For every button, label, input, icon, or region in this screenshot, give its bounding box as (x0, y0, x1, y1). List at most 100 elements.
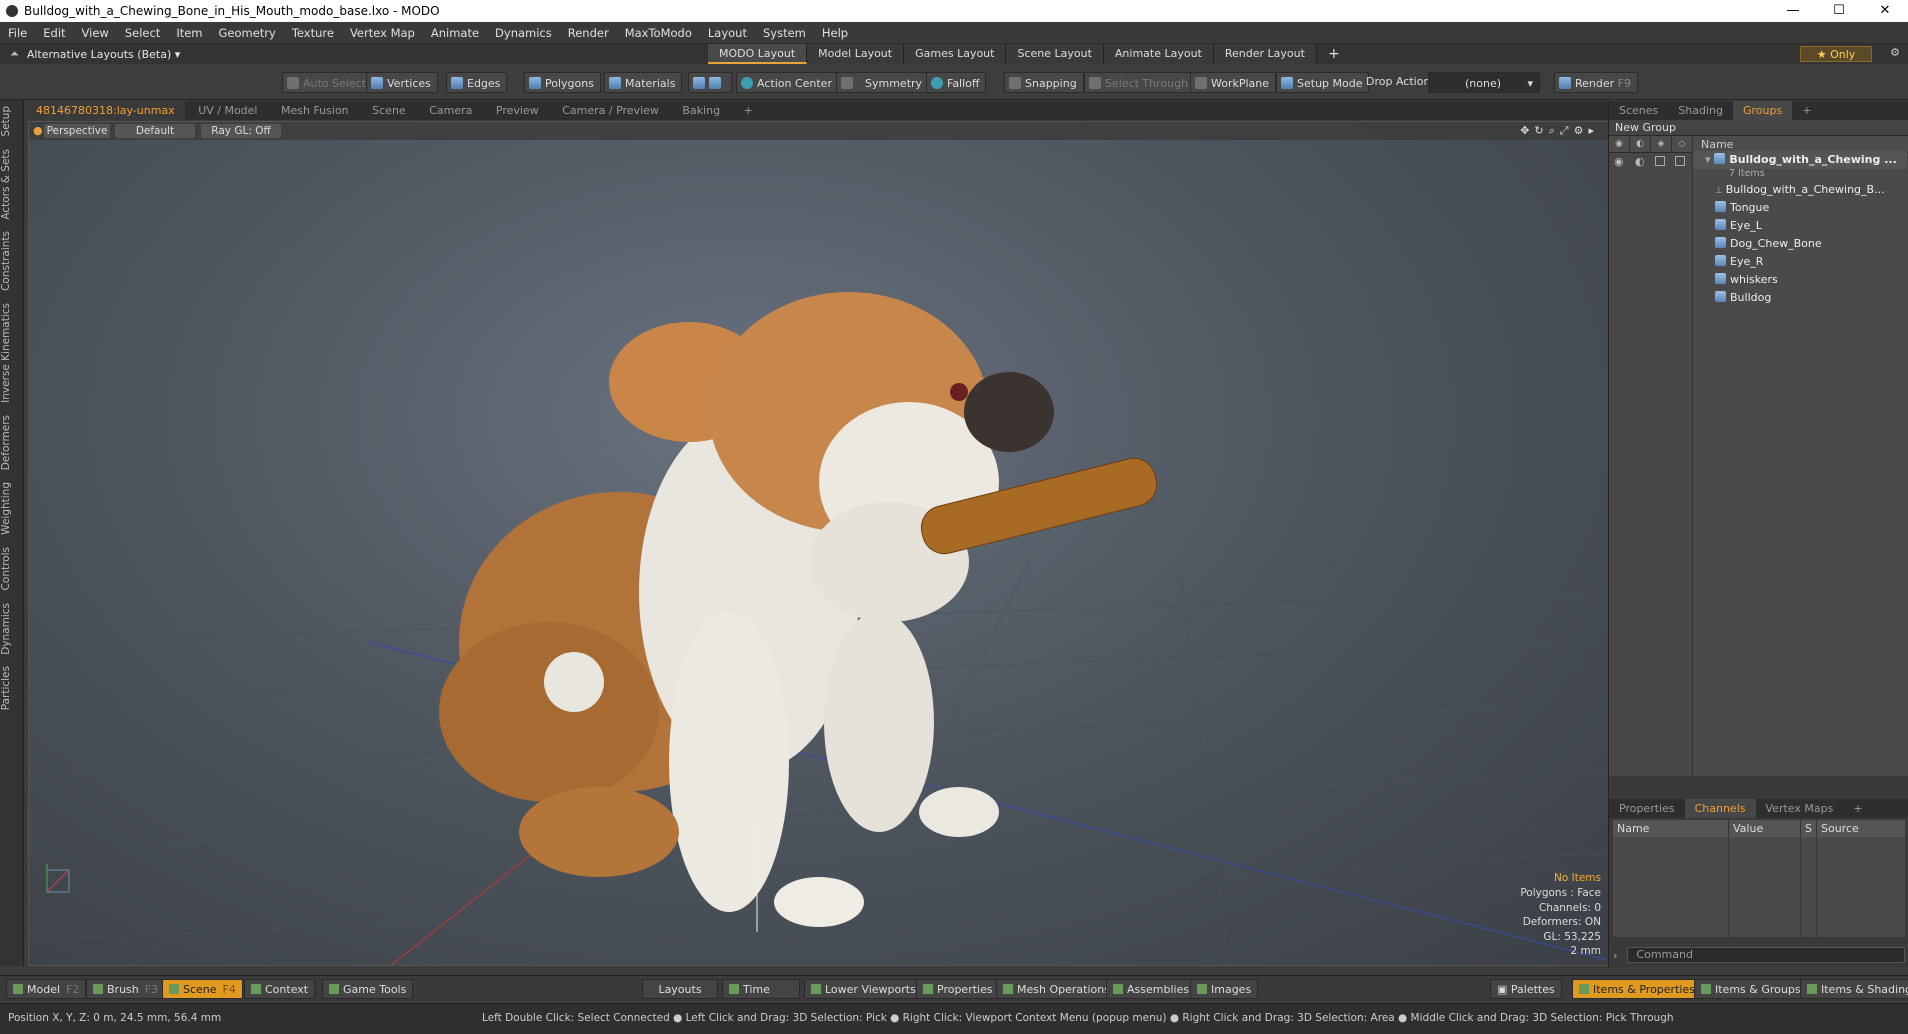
group-item-tongue[interactable]: Tongue (1693, 199, 1769, 217)
group-item-eye-r[interactable]: Eye_R (1693, 253, 1763, 271)
mesh-operations-button[interactable]: Mesh Operations (996, 979, 1117, 999)
component-mode-buttons[interactable] (688, 72, 732, 93)
menu-geometry[interactable]: Geometry (211, 26, 284, 40)
menu-vertex-map[interactable]: Vertex Map (342, 26, 423, 40)
group-select-checkbox[interactable] (1675, 156, 1685, 166)
group-root-item[interactable]: ▾ Bulldog_with_a_Chewing ... 7 Items (1693, 151, 1907, 179)
channel-source-header[interactable]: Source (1817, 820, 1905, 837)
edges-button[interactable]: Edges (446, 72, 508, 93)
tab-games-layout[interactable]: Games Layout (904, 44, 1007, 64)
render-button[interactable]: Render F9 (1554, 72, 1638, 93)
snapping-button[interactable]: Snapping (1004, 72, 1084, 93)
menu-edit[interactable]: Edit (35, 26, 73, 40)
group-item-eye-l[interactable]: Eye_L (1693, 217, 1762, 235)
left-tab-controls[interactable]: Controls (0, 541, 24, 596)
group-lock-checkbox[interactable] (1655, 156, 1665, 166)
menu-view[interactable]: View (74, 26, 117, 40)
items-groups-button[interactable]: Items & Groups (1694, 979, 1808, 999)
group-item-locator[interactable]: ⊥ Bulldog_with_a_Chewing_B... (1693, 181, 1885, 199)
tab-scenes[interactable]: Scenes (1609, 101, 1668, 120)
group-render-icon[interactable]: ◐ (1635, 155, 1645, 168)
add-panel-tab-button[interactable]: + (1792, 101, 1821, 120)
menu-help[interactable]: Help (814, 26, 856, 40)
viewport-nav-icons[interactable]: ✥↻⌕⤢⚙▸ (1520, 124, 1599, 138)
falloff-button[interactable]: Falloff (926, 72, 987, 93)
tab-animate-layout[interactable]: Animate Layout (1103, 44, 1214, 64)
tab-mesh-fusion[interactable]: Mesh Fusion (271, 101, 359, 120)
model-mode-button[interactable]: Model F2 (6, 979, 87, 999)
channel-s-header[interactable]: S (1801, 820, 1817, 837)
group-item-whiskers[interactable]: whiskers (1693, 271, 1778, 289)
only-toggle[interactable]: ★ Only (1800, 46, 1872, 62)
auto-select-button[interactable]: Auto Select (282, 72, 373, 93)
viewport-menu-icon[interactable]: ● (33, 124, 43, 137)
maximize-button[interactable]: ☐ (1816, 0, 1862, 22)
group-eye-icon[interactable]: ◉ (1614, 155, 1624, 168)
tab-camera[interactable]: Camera (419, 101, 482, 120)
tab-model-layout[interactable]: Model Layout (807, 44, 905, 64)
tab-camera-preview[interactable]: Camera / Preview (552, 101, 669, 120)
add-layout-button[interactable]: + (1317, 44, 1351, 64)
alternative-layouts-dropdown[interactable]: Alternative Layouts (Beta) ▾ (27, 48, 180, 61)
select-icon[interactable]: ◇ (1672, 135, 1693, 153)
left-tab-weighting[interactable]: Weighting (0, 476, 24, 541)
tab-scene[interactable]: Scene (362, 101, 416, 120)
tab-properties[interactable]: Properties (1609, 799, 1685, 818)
minimize-button[interactable]: — (1770, 0, 1816, 22)
expand-icon[interactable]: ▾ (1705, 153, 1711, 166)
name-column-header[interactable]: Name (1693, 138, 1733, 151)
tab-groups[interactable]: Groups (1732, 101, 1793, 120)
drop-action-select[interactable]: (none) ▾ (1428, 72, 1540, 93)
brush-mode-button[interactable]: Brush F3 (86, 979, 166, 999)
tab-channels[interactable]: Channels (1684, 799, 1756, 818)
lower-viewports-button[interactable]: Lower Viewports (804, 979, 923, 999)
left-tab-dynamics[interactable]: Dynamics (0, 597, 24, 661)
items-properties-button[interactable]: Items & Properties (1572, 979, 1702, 999)
menu-system[interactable]: System (755, 26, 814, 40)
symmetry-button[interactable]: Symmetry (836, 72, 936, 93)
tab-render-layout[interactable]: Render Layout (1213, 44, 1317, 64)
left-tab-inverse-kinematics[interactable]: Inverse Kinematics (0, 297, 24, 409)
images-button[interactable]: Images (1190, 979, 1259, 999)
perspective-button[interactable]: Perspective (44, 124, 110, 138)
menu-maxtomodo[interactable]: MaxToModo (617, 26, 700, 40)
lock-icon[interactable]: ◈ (1651, 135, 1672, 153)
menu-render[interactable]: Render (560, 26, 617, 40)
left-tab-deformers[interactable]: Deformers (0, 409, 24, 476)
tab-lay-unmax[interactable]: 48146780318:lay-unmax (26, 101, 185, 120)
menu-file[interactable]: File (0, 26, 35, 40)
assemblies-button[interactable]: Assemblies (1106, 979, 1197, 999)
workplane-button[interactable]: WorkPlane (1190, 72, 1277, 93)
setup-mode-button[interactable]: Setup Mode (1276, 72, 1370, 93)
3d-viewport[interactable]: ● Perspective Default Ray GL: Off ✥↻⌕⤢⚙▸… (28, 121, 1614, 966)
time-button[interactable]: Time (722, 979, 800, 999)
tab-preview[interactable]: Preview (486, 101, 549, 120)
add-channel-tab-button[interactable]: + (1843, 799, 1872, 818)
render-toggle-icon[interactable]: ◐ (1630, 135, 1651, 153)
menu-layout[interactable]: Layout (700, 26, 755, 40)
left-tab-particles[interactable]: Particles (0, 660, 24, 716)
raygl-toggle[interactable]: Ray GL: Off (201, 124, 281, 138)
tab-baking[interactable]: Baking (672, 101, 730, 120)
materials-button[interactable]: Materials (604, 72, 683, 93)
menu-animate[interactable]: Animate (423, 26, 487, 40)
context-button[interactable]: Context (244, 979, 316, 999)
menu-dynamics[interactable]: Dynamics (487, 26, 560, 40)
menu-texture[interactable]: Texture (284, 26, 342, 40)
tab-modo-layout[interactable]: MODO Layout (708, 44, 808, 64)
channel-name-header[interactable]: Name (1613, 820, 1729, 837)
add-tab-button[interactable]: + (734, 101, 763, 120)
command-input[interactable]: Command (1627, 947, 1905, 963)
group-item-bulldog[interactable]: Bulldog (1693, 289, 1771, 307)
group-item-dog-chew-bone[interactable]: Dog_Chew_Bone (1693, 235, 1822, 253)
palettes-button[interactable]: ▣ Palettes (1490, 979, 1562, 999)
properties-button[interactable]: Properties (916, 979, 1000, 999)
action-center-button[interactable]: Action Center (736, 72, 839, 93)
menu-select[interactable]: Select (117, 26, 168, 40)
shading-default-button[interactable]: Default (115, 124, 195, 138)
tab-scene-layout[interactable]: Scene Layout (1006, 44, 1104, 64)
layouts-button[interactable]: Layouts (642, 979, 718, 999)
game-tools-button[interactable]: Game Tools (322, 979, 414, 999)
channel-value-header[interactable]: Value (1729, 820, 1801, 837)
scene-mode-button[interactable]: Scene F4 (162, 979, 243, 999)
